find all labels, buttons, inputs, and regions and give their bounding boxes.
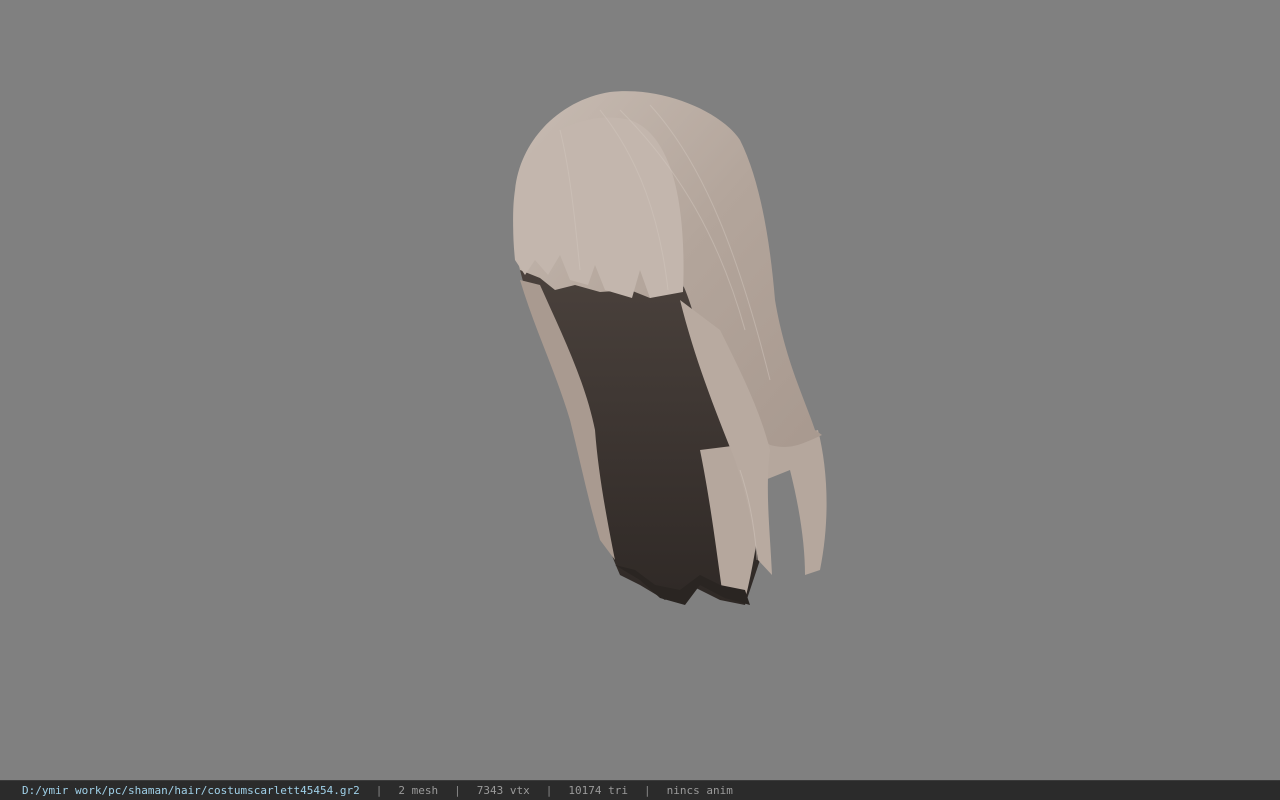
status-separator: | [643,784,651,797]
triangle-count: 10174 tri [568,784,628,797]
animation-status: nincs anim [666,784,733,797]
3d-viewport[interactable] [0,0,1280,780]
vertex-count: 7343 vtx [476,784,530,797]
mesh-count: 2 mesh [398,784,439,797]
status-separator: | [545,784,553,797]
model-file-path: D:/ymir work/pc/shaman/hair/costumscarle… [22,784,360,797]
status-bar: D:/ymir work/pc/shaman/hair/costumscarle… [0,780,1280,800]
status-separator: | [375,784,383,797]
status-separator: | [454,784,461,797]
hair-model[interactable] [0,0,1280,780]
